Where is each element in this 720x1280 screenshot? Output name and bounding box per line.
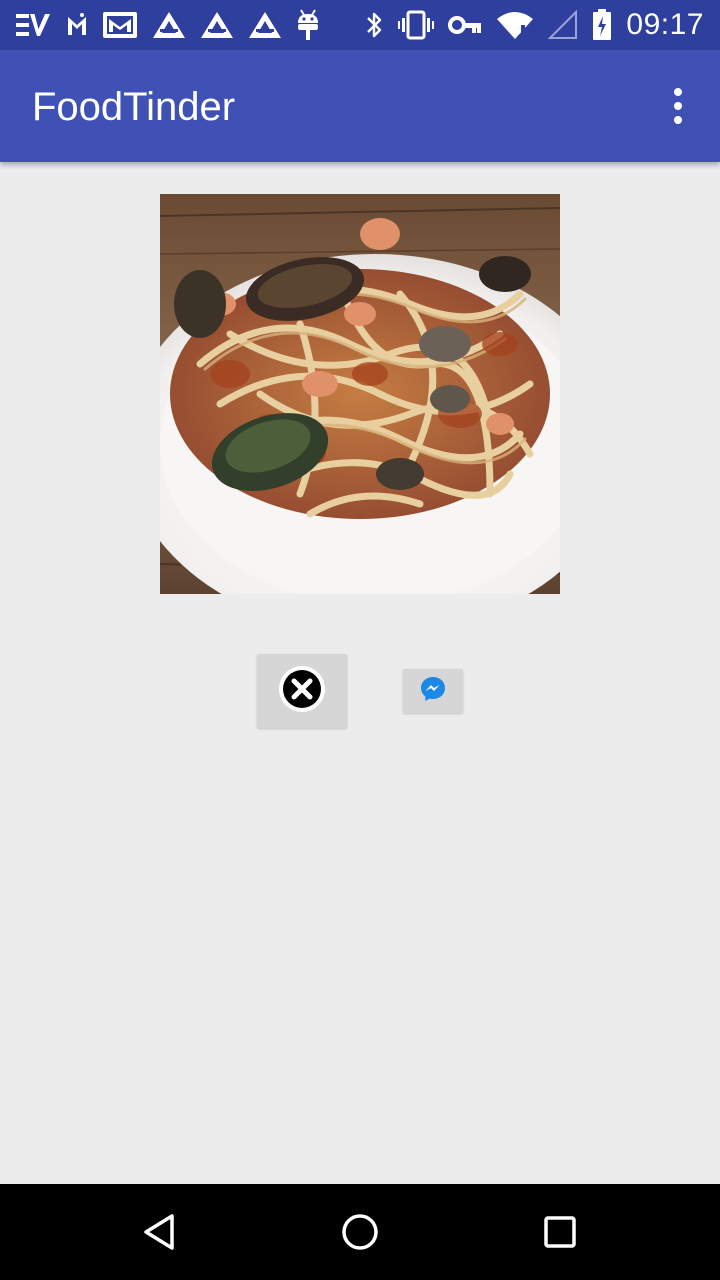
messenger-icon [419,675,447,708]
vpn-key-icon [448,13,482,37]
menu-dot [674,116,682,124]
app-a-icon [200,11,234,39]
menu-dot [674,88,682,96]
recents-square-icon[interactable] [536,1208,584,1256]
app-bar: FoodTinder [0,50,720,162]
screen: 09:17 FoodTinder [0,0,720,1280]
status-bar: 09:17 [0,0,720,50]
status-left-icons [16,8,320,42]
app-title: FoodTinder [32,85,236,129]
food-photo [160,194,560,594]
dismiss-button[interactable] [257,654,347,728]
navigation-bar [0,1184,720,1280]
bluetooth-icon [364,10,384,40]
back-triangle-icon[interactable] [136,1208,184,1256]
menu-dot [674,102,682,110]
more-vert-icon[interactable] [658,80,698,132]
vibrate-icon [398,10,435,40]
email-icon [102,10,138,40]
android-debug-icon [296,9,320,41]
gmail-icon [66,11,88,39]
close-circle-icon [277,664,327,719]
app-a-icon [248,11,282,39]
app-a-icon [152,11,186,39]
battery-charging-icon [592,9,612,41]
status-right-icons: 09:17 [364,8,704,42]
signal-icon [548,10,578,40]
wifi-icon [496,10,534,40]
messenger-share-button[interactable] [403,669,463,713]
clock: 09:17 [626,8,704,41]
home-circle-icon[interactable] [336,1208,384,1256]
ev-app-icon [16,11,52,39]
